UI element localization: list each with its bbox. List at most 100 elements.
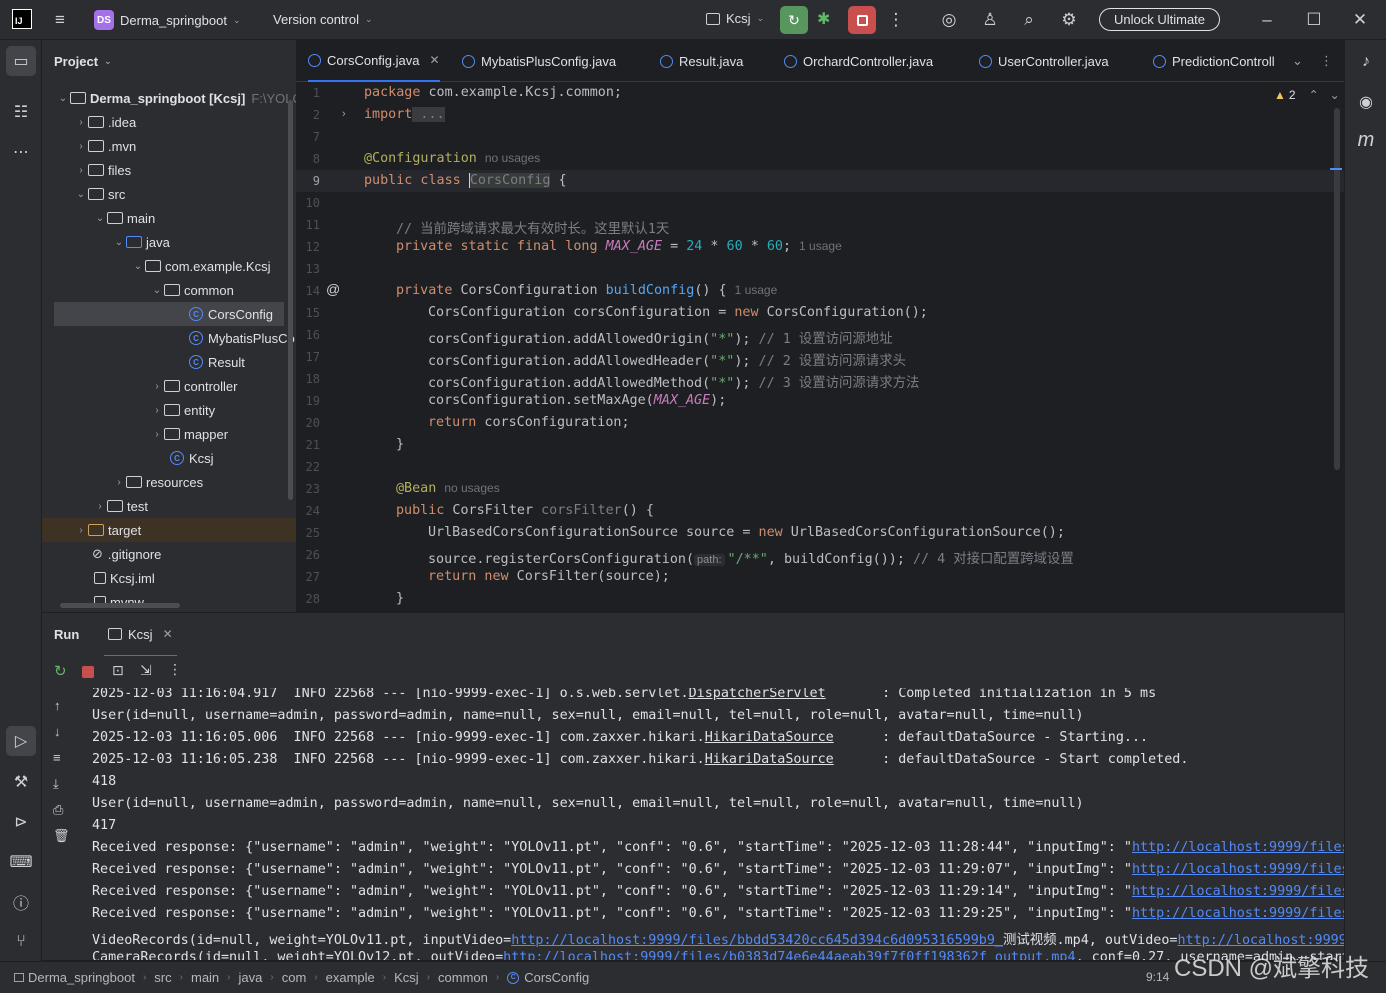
settings-gear-icon[interactable]: ⚙ — [1057, 8, 1081, 32]
usage-hint[interactable]: 1 usage — [799, 239, 842, 253]
breadcrumb-item[interactable]: src — [154, 970, 171, 985]
arrow-up-icon[interactable]: ↑ — [54, 698, 61, 713]
trash-icon[interactable]: 🗑 — [53, 828, 70, 844]
project-scrollbar[interactable] — [288, 100, 293, 500]
unlock-ultimate-button[interactable]: Unlock Ultimate — [1099, 8, 1221, 31]
maven-icon[interactable]: m — [1354, 128, 1378, 152]
fold-chevron-icon[interactable]: › — [342, 108, 346, 120]
structure-tool-icon[interactable]: ☷ — [9, 100, 33, 124]
console-url-link[interactable]: http://localhost:9999/files/ — [1132, 840, 1344, 855]
tree-item-target[interactable]: › target — [42, 518, 296, 542]
stop-button[interactable] — [848, 6, 876, 34]
console-class-link[interactable]: HikariDataSource — [705, 730, 834, 745]
tree-item-files[interactable]: › files — [74, 158, 131, 182]
tree-root[interactable]: ⌄ Derma_springboot [Kcsj] F:\YOLO — [56, 86, 296, 110]
scroll-to-end-icon[interactable]: ⤓ — [53, 776, 59, 792]
version-control-menu[interactable]: Version control ⌄ — [273, 12, 373, 27]
debug-icon[interactable]: ✱ — [817, 9, 830, 29]
arrow-down-icon[interactable]: ↓ — [54, 724, 61, 739]
project-hscrollbar[interactable] — [60, 603, 180, 608]
rerun-icon[interactable]: ↻ — [54, 662, 67, 680]
breadcrumb-item[interactable]: CorsConfig — [524, 970, 589, 985]
project-tool-icon[interactable]: ▭ — [6, 46, 36, 76]
tree-item-gitignore[interactable]: ⊘ .gitignore — [92, 542, 161, 566]
editor-scrollbar[interactable] — [1334, 108, 1340, 470]
project-panel-header[interactable]: Project ⌄ — [42, 40, 296, 82]
more-tools-icon[interactable]: ⋯ — [9, 140, 33, 164]
tree-item-java[interactable]: ⌄ java — [112, 230, 170, 254]
tab-corsconfig[interactable]: CorsConfig.java ✕ — [308, 40, 440, 82]
tab-usercontroller[interactable]: UserController.java — [979, 40, 1109, 82]
services-tool-icon[interactable]: ⊳ — [9, 810, 33, 834]
tree-item-controller[interactable]: › controller — [150, 374, 237, 398]
close-icon[interactable]: ✕ — [163, 627, 173, 641]
console-url-link[interactable]: http://localhost:9999/files/ — [1132, 906, 1344, 921]
usage-hint[interactable]: no usages — [444, 481, 499, 495]
run-tool-icon[interactable]: ▷ — [6, 726, 36, 756]
soft-wrap-icon[interactable]: ≡ — [53, 750, 61, 765]
chevron-up-icon[interactable]: ⌃ — [1309, 88, 1319, 102]
close-icon[interactable]: ✕ — [430, 53, 440, 67]
close-icon[interactable]: ✕ — [1348, 8, 1372, 32]
main-menu-icon[interactable]: ≡ — [48, 8, 72, 32]
breadcrumb-item[interactable]: main — [191, 970, 219, 985]
console-output[interactable]: 2025-12-03 11:16:04.917 INFO 22568 --- [… — [80, 688, 1344, 960]
tab-predictioncontroller[interactable]: PredictionControll — [1153, 40, 1281, 82]
rerun-button[interactable]: ↻ — [780, 6, 808, 34]
usage-hint[interactable]: 1 usage — [735, 283, 778, 297]
breadcrumb-item[interactable]: common — [438, 970, 488, 985]
project-switcher[interactable]: DS Derma_springboot ⌄ — [94, 10, 241, 30]
tree-item-result[interactable]: C Result — [189, 350, 245, 374]
console-class-link[interactable]: HikariDataSource — [705, 752, 834, 767]
notifications-icon[interactable]: ♪ — [1354, 50, 1378, 74]
usage-hint[interactable]: no usages — [485, 151, 540, 165]
ai-chat-icon[interactable]: ◉ — [1354, 90, 1378, 114]
breadcrumb-item[interactable]: Kcsj — [394, 970, 419, 985]
breadcrumb-item[interactable]: com — [282, 970, 307, 985]
search-icon[interactable]: ⌕ — [1017, 8, 1041, 32]
tabs-overflow-icon[interactable]: ⌄ — [1292, 40, 1303, 82]
inspection-widget[interactable]: ▲ 2 ⌃ ⌄ — [1274, 88, 1340, 102]
maximize-icon[interactable]: ☐ — [1302, 8, 1326, 32]
more-actions-icon[interactable]: ⋮ — [168, 661, 182, 678]
console-url-link[interactable]: http://localhost:9999/ — [1178, 933, 1345, 948]
tab-result[interactable]: Result.java — [660, 40, 743, 82]
more-actions-icon[interactable]: ⋮ — [884, 8, 908, 32]
chevron-down-icon[interactable]: ⌄ — [1330, 88, 1340, 102]
breadcrumb-item[interactable]: example — [326, 970, 375, 985]
console-url-link[interactable]: http://localhost:9999/files/bbdd53420cc6… — [511, 933, 1003, 948]
tree-item-idea[interactable]: › .idea — [74, 110, 136, 134]
breadcrumb-item[interactable]: Derma_springboot — [28, 970, 135, 985]
terminal-tool-icon[interactable]: ⌨ — [9, 850, 33, 874]
tree-item-main[interactable]: ⌄ main — [93, 206, 155, 230]
tree-item-mybatisplusconfig[interactable]: C MybatisPlusCo — [189, 326, 295, 350]
tree-item-kcsj-iml[interactable]: Kcsj.iml — [94, 566, 155, 590]
camera-icon[interactable]: ⊡ — [112, 662, 124, 679]
tree-item-common[interactable]: ⌄ common — [150, 278, 234, 302]
tree-item-mapper[interactable]: › mapper — [150, 422, 228, 446]
bean-gutter-icon[interactable]: @ — [326, 281, 340, 297]
tree-item-package[interactable]: ⌄ com.example.Kcsj — [131, 254, 271, 278]
caret-position[interactable]: 9:14 — [1146, 970, 1169, 984]
print-icon[interactable]: ⎙ — [53, 802, 63, 818]
stop-icon[interactable] — [82, 666, 94, 678]
tree-item-resources[interactable]: › resources — [112, 470, 203, 494]
console-url-link[interactable]: http://localhost:9999/files/b0383d74e6e4… — [503, 950, 1075, 960]
tree-item-kcsj[interactable]: C Kcsj — [170, 446, 214, 470]
code-editor[interactable]: 1 2 7 8 9 10 11 12 13 14 15 16 17 18 19 … — [296, 82, 1344, 612]
folded-imports[interactable]: ... — [412, 107, 445, 122]
ai-assistant-icon[interactable]: ◎ — [937, 8, 961, 32]
run-config-selector[interactable]: Kcsj ⌄ — [706, 11, 764, 26]
console-url-link[interactable]: http://localhost:9999/files/ — [1132, 884, 1344, 899]
tree-item-mvnw[interactable]: mvnw — [94, 590, 144, 612]
tree-item-mvn[interactable]: › .mvn — [74, 134, 136, 158]
run-tab-kcsj[interactable]: Kcsj ✕ — [104, 613, 177, 657]
tree-item-test[interactable]: › test — [93, 494, 148, 518]
tree-item-src[interactable]: ⌄ src — [74, 182, 126, 206]
tree-item-entity[interactable]: › entity — [150, 398, 215, 422]
console-class-link[interactable]: DispatcherServlet — [689, 688, 826, 701]
exit-icon[interactable]: ⇲ — [140, 662, 152, 679]
tab-orchardcontroller[interactable]: OrchardController.java — [784, 40, 933, 82]
tab-mybatisplusconfig[interactable]: MybatisPlusConfig.java — [462, 40, 616, 82]
add-user-icon[interactable]: ♙ — [978, 8, 1002, 32]
